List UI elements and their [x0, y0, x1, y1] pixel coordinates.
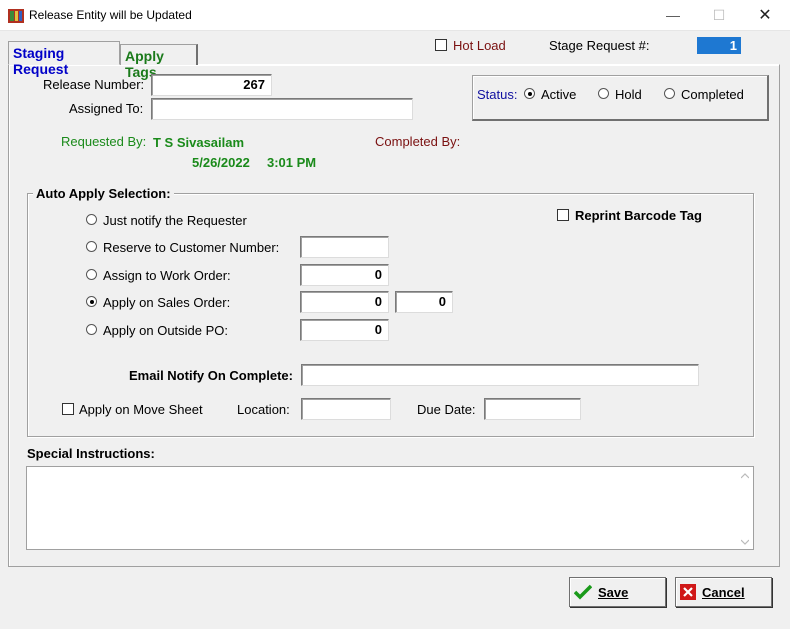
sales-order-radio[interactable] — [86, 296, 97, 307]
completed-by-label: Completed By: — [375, 134, 461, 149]
tab-staging-request-label: Staging Request — [13, 45, 69, 77]
email-notify-field[interactable] — [301, 364, 699, 386]
special-instructions-label: Special Instructions: — [27, 446, 155, 461]
cancel-button-label: Cancel — [702, 584, 745, 600]
due-date-label: Due Date: — [417, 402, 476, 417]
work-order-radio[interactable] — [86, 269, 97, 280]
assigned-to-field[interactable] — [151, 98, 413, 120]
scroll-down-icon[interactable] — [741, 539, 749, 545]
requested-date: 5/26/2022 — [192, 155, 250, 170]
requested-time: 3:01 PM — [267, 155, 317, 170]
minimize-icon[interactable]: — — [650, 0, 696, 31]
title-bar: Release Entity will be Updated — ☐ ✕ — [0, 0, 790, 31]
hot-load-label: Hot Load — [453, 38, 506, 53]
maximize-icon[interactable]: ☐ — [696, 0, 742, 31]
window-title: Release Entity will be Updated — [29, 8, 192, 22]
sales-order-line-field[interactable]: 0 — [395, 291, 453, 313]
scroll-up-icon[interactable] — [741, 473, 749, 479]
just-notify-radio[interactable] — [86, 214, 97, 225]
close-icon[interactable]: ✕ — [742, 0, 788, 31]
save-button-label: Save — [598, 584, 629, 600]
cancel-x-icon — [680, 584, 696, 600]
reserve-customer-radio[interactable] — [86, 241, 97, 252]
status-hold-radio[interactable] — [598, 88, 609, 99]
app-icon — [8, 9, 24, 23]
reprint-barcode-label: Reprint Barcode Tag — [575, 208, 702, 223]
tab-apply-tags[interactable]: Apply Tags — [120, 44, 198, 80]
outside-po-field[interactable]: 0 — [300, 319, 389, 341]
save-button[interactable]: Save — [569, 577, 666, 607]
work-order-field[interactable]: 0 — [300, 264, 389, 286]
special-instructions-textarea[interactable] — [26, 466, 754, 550]
outside-po-radio[interactable] — [86, 324, 97, 335]
requested-by-label: Requested By: — [61, 134, 147, 149]
outside-po-label: Apply on Outside PO: — [103, 323, 229, 338]
requested-by-value: T S Sivasailam — [153, 135, 245, 150]
sales-order-field[interactable]: 0 — [300, 291, 389, 313]
stage-request-label: Stage Request #: — [549, 38, 650, 53]
status-hold-label: Hold — [615, 87, 642, 102]
vertical-scrollbar[interactable] — [737, 467, 753, 549]
status-label: Status: — [477, 87, 518, 102]
work-order-label: Assign to Work Order: — [103, 268, 231, 283]
status-active-radio[interactable] — [524, 88, 535, 99]
location-label: Location: — [237, 402, 290, 417]
release-number-label: Release Number: — [43, 77, 145, 92]
status-completed-label: Completed — [681, 87, 744, 102]
reprint-barcode-checkbox[interactable] — [557, 209, 569, 221]
stage-request-field[interactable]: 1 — [697, 37, 741, 54]
just-notify-label: Just notify the Requester — [103, 213, 247, 228]
checkmark-icon — [574, 584, 592, 600]
move-sheet-label: Apply on Move Sheet — [79, 402, 203, 417]
reserve-customer-label: Reserve to Customer Number: — [103, 240, 280, 255]
assigned-to-label: Assigned To: — [69, 101, 144, 116]
location-field[interactable] — [301, 398, 391, 420]
cancel-button[interactable]: Cancel — [675, 577, 772, 607]
status-completed-radio[interactable] — [664, 88, 675, 99]
move-sheet-checkbox[interactable] — [62, 403, 74, 415]
status-active-label: Active — [541, 87, 577, 102]
release-number-field[interactable]: 267 — [151, 74, 272, 96]
reserve-customer-field[interactable] — [300, 236, 389, 258]
tab-staging-request[interactable]: Staging Request — [8, 41, 120, 77]
hot-load-checkbox[interactable] — [435, 39, 447, 51]
due-date-field[interactable] — [484, 398, 581, 420]
sales-order-label: Apply on Sales Order: — [103, 295, 231, 310]
email-notify-label: Email Notify On Complete: — [129, 368, 293, 383]
auto-apply-title: Auto Apply Selection: — [33, 186, 174, 201]
